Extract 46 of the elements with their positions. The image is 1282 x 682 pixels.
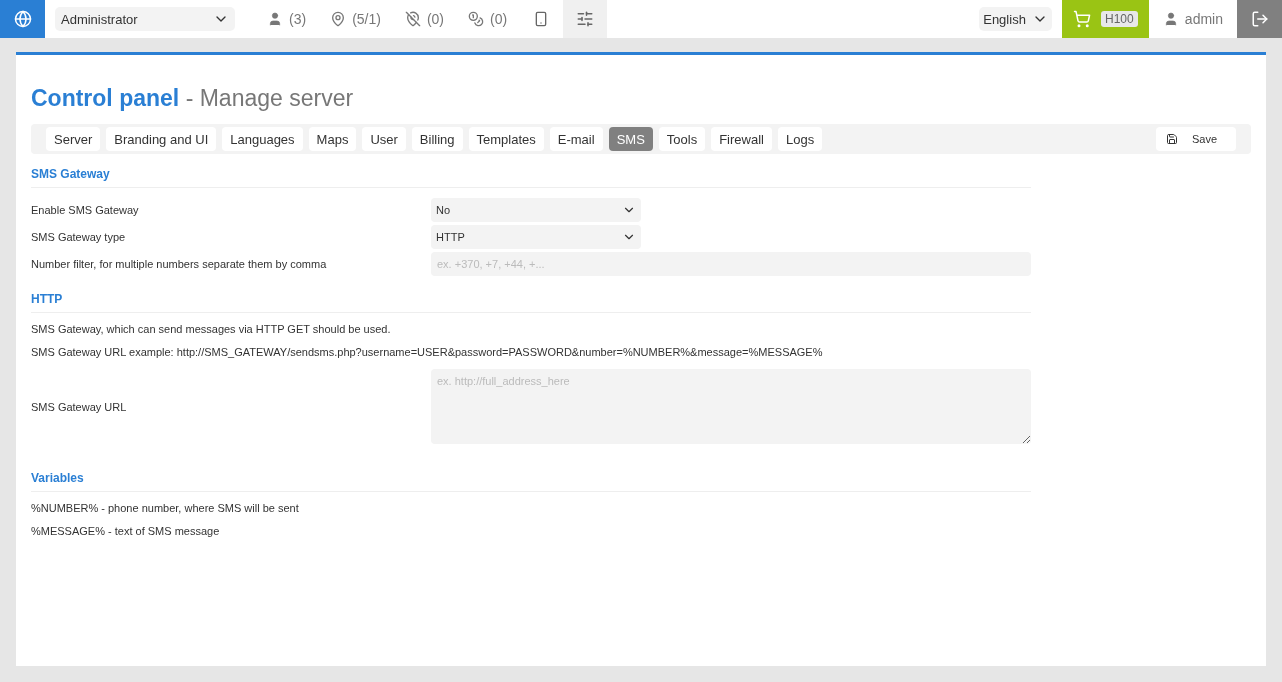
- info-text: %NUMBER% - phone number, where SMS will be sent: [31, 502, 300, 514]
- map-pin-off-icon: [404, 11, 421, 27]
- field-label: SMS Gateway type: [31, 231, 127, 243]
- tab[interactable]: Maps: [308, 127, 357, 151]
- tab[interactable]: Tools: [658, 127, 706, 151]
- language-select[interactable]: English: [979, 7, 1052, 31]
- tab[interactable]: Firewall: [711, 127, 772, 151]
- info-text: SMS Gateway, which can send messages via HTTP GET should be used.: [31, 323, 392, 335]
- plan-badge: H100: [1101, 11, 1138, 27]
- section-title: HTTP: [31, 279, 1031, 313]
- counter-button[interactable]: (5/1): [318, 0, 393, 38]
- globe-icon: [13, 10, 32, 28]
- counter-button[interactable]: (0): [456, 0, 520, 38]
- section-title: SMS Gateway: [31, 154, 1031, 188]
- tab[interactable]: Branding and UI: [106, 127, 217, 151]
- settings-button[interactable]: [563, 0, 608, 38]
- coins-icon: [468, 11, 485, 27]
- field-label: Enable SMS Gateway: [31, 204, 140, 216]
- tab[interactable]: Templates: [468, 127, 544, 151]
- info-text: SMS Gateway URL example: http://SMS_GATEWAY/sendsms.php?username=USER&password=PASSWORD&number=%NUMBER%&message=%MESSAGE%: [31, 346, 824, 358]
- info-text: %MESSAGE% - text of SMS message: [31, 525, 221, 537]
- select-field[interactable]: HTTP: [431, 225, 641, 249]
- page-title: Control panel - Manage server: [31, 85, 355, 112]
- tab[interactable]: User: [362, 127, 406, 151]
- field-label: Number filter, for multiple numbers separate them by comma: [31, 258, 328, 270]
- counter-button[interactable]: (0): [392, 0, 457, 38]
- tab[interactable]: Logs: [777, 127, 823, 151]
- tab[interactable]: Billing: [411, 127, 463, 151]
- logout-icon: [1250, 10, 1269, 28]
- select-field[interactable]: No: [431, 198, 641, 222]
- tab[interactable]: SMS: [608, 127, 653, 151]
- tab[interactable]: Server: [46, 127, 101, 151]
- tab[interactable]: Languages: [222, 127, 303, 151]
- globe-button[interactable]: [0, 0, 45, 38]
- save-button[interactable]: Save: [1156, 127, 1236, 151]
- role-select[interactable]: Administrator: [55, 7, 235, 31]
- counter-button[interactable]: (3): [255, 0, 319, 38]
- section-title: Variables: [31, 458, 1031, 492]
- map-pin-icon: [330, 11, 347, 27]
- person-icon: [267, 11, 283, 27]
- logout-button[interactable]: [1237, 0, 1282, 38]
- cart-icon: [1073, 10, 1091, 28]
- tab[interactable]: E-mail: [549, 127, 603, 151]
- field-label: SMS Gateway URL: [31, 400, 128, 413]
- cart-button[interactable]: H100: [1061, 0, 1149, 38]
- settings-icon: [576, 10, 595, 28]
